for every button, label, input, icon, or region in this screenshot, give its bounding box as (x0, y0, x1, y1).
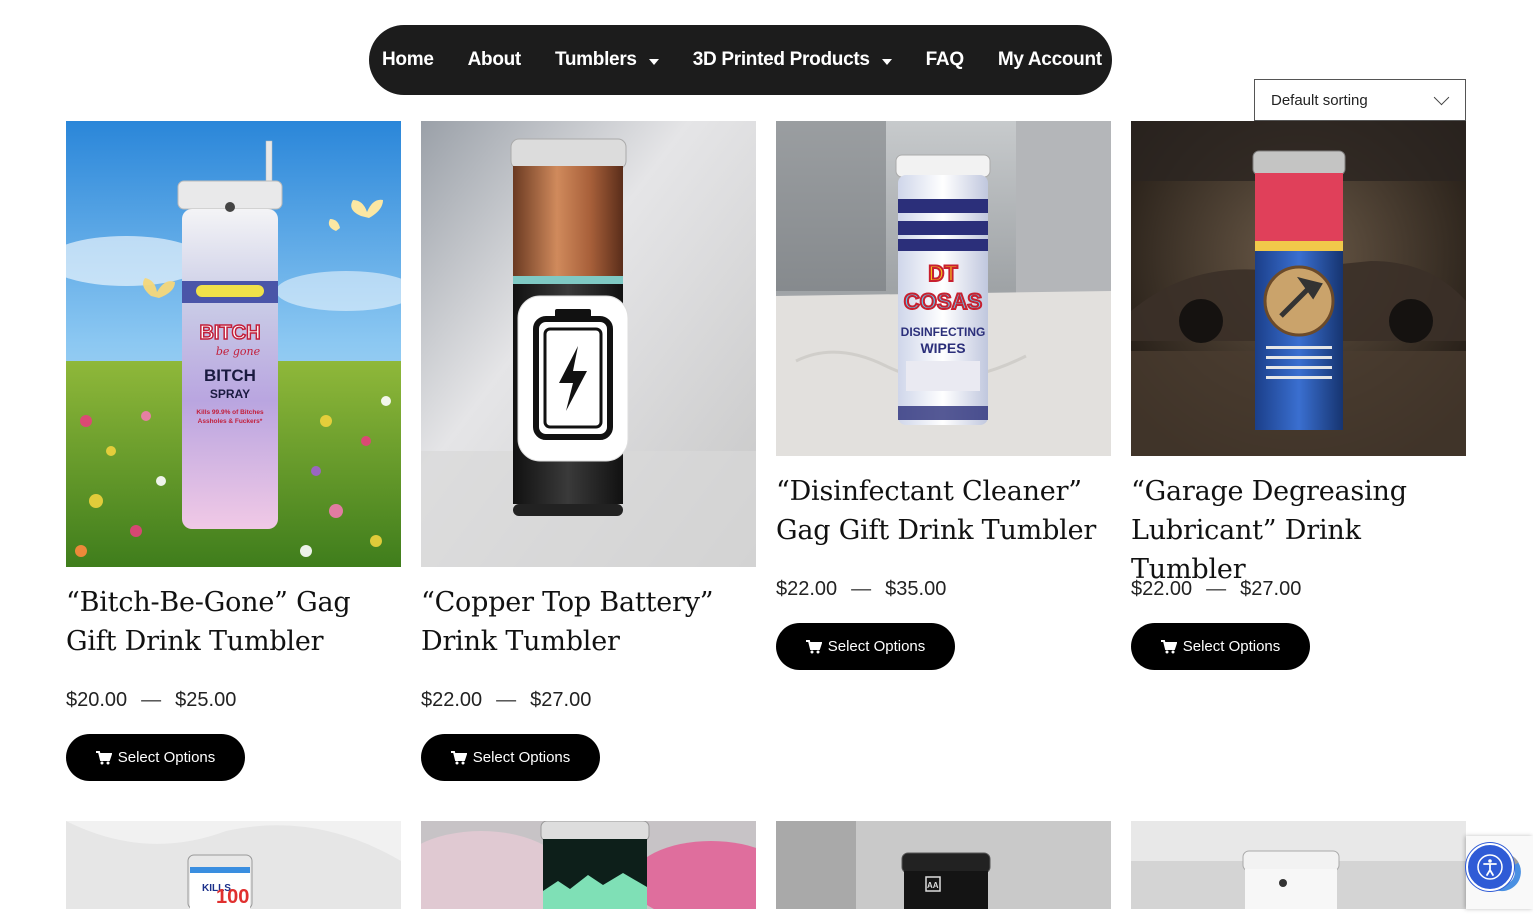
product-price: $22.00— $27.00 (421, 689, 592, 711)
price-max: $27.00 (530, 689, 592, 711)
price-min: $20.00 (66, 689, 128, 711)
nav-label: Tumblers (554, 49, 637, 70)
product-price: $20.00— $25.00 (66, 689, 237, 711)
sort-select[interactable]: Default sorting (1254, 79, 1466, 121)
accessibility-button[interactable] (1466, 843, 1514, 891)
caret-down-icon (648, 58, 659, 65)
image-text: DISINFECTING (901, 325, 986, 339)
image-text: COSAS (904, 289, 982, 314)
nav-label: My Account (997, 49, 1102, 70)
product-image-garage-degreasing[interactable] (1131, 121, 1466, 456)
price-min: $22.00 (1131, 578, 1193, 600)
product-image-row2-1[interactable]: KILLS 100 (66, 821, 401, 909)
nav-item-3d-printed-products[interactable]: 3D Printed Products (693, 49, 892, 71)
nav-label: FAQ (925, 49, 964, 70)
product-title[interactable]: “Disinfectant Cleaner” Gag Gift Drink Tu… (776, 472, 1111, 550)
nav-item-home[interactable]: Home (382, 49, 434, 71)
cart-icon (805, 639, 822, 653)
image-text: Kills 99.9% of Bitches (196, 409, 264, 416)
image-text: SPRAY (210, 387, 250, 401)
product-title[interactable]: “Bitch-Be-Gone” Gag Gift Drink Tumbler (66, 583, 401, 661)
product-image-row2-4[interactable] (1131, 821, 1466, 909)
cart-icon (450, 750, 467, 764)
nav-item-my-account[interactable]: My Account (998, 49, 1102, 71)
product-title[interactable]: “Copper Top Battery” Drink Tumbler (421, 583, 756, 661)
button-label: Select Options (472, 749, 571, 766)
caret-down-icon (881, 58, 892, 65)
product-price: $22.00— $27.00 (1131, 578, 1302, 600)
image-text: Assholes & Fuckers* (198, 418, 263, 425)
product-image-row2-2[interactable] (421, 821, 756, 909)
price-max: $35.00 (885, 578, 947, 600)
image-text: 100 (216, 886, 249, 908)
button-label: Select Options (827, 638, 926, 655)
nav-item-tumblers[interactable]: Tumblers (555, 49, 659, 71)
select-options-button[interactable]: Select Options (1131, 623, 1310, 670)
nav-label: About (467, 49, 522, 70)
nav-label: 3D Printed Products (692, 49, 870, 70)
sort-selected-value: Default sorting (1271, 91, 1368, 109)
button-label: Select Options (117, 749, 216, 766)
button-label: Select Options (1182, 638, 1281, 655)
cart-icon (1160, 639, 1177, 653)
accessibility-icon (1477, 854, 1503, 880)
chevron-down-icon (1433, 89, 1450, 106)
price-min: $22.00 (776, 578, 838, 600)
product-image-disinfectant-cleaner[interactable]: DT COSAS DISINFECTING WIPES (776, 121, 1111, 456)
product-title[interactable]: “Garage Degreasing Lubricant” Drink Tumb… (1131, 472, 1466, 589)
main-nav: Home About Tumblers 3D Printed Products … (369, 25, 1112, 95)
nav-label: Home (382, 49, 434, 70)
cart-icon (95, 750, 112, 764)
price-max: $27.00 (1240, 578, 1302, 600)
product-image-row2-3[interactable]: AA (776, 821, 1111, 909)
product-image-copper-top-battery[interactable] (421, 121, 756, 567)
select-options-button[interactable]: Select Options (776, 623, 955, 670)
image-text: BITCH (204, 366, 256, 385)
select-options-button[interactable]: Select Options (66, 734, 245, 781)
image-text: be gone (216, 345, 261, 358)
product-image-bitch-be-gone[interactable]: BITCH be gone BITCH SPRAY Kills 99.9% of… (66, 121, 401, 567)
select-options-button[interactable]: Select Options (421, 734, 600, 781)
image-text: AA (927, 881, 939, 890)
image-text: WIPES (920, 340, 965, 356)
image-text: BITCH (199, 322, 260, 344)
price-max: $25.00 (175, 689, 237, 711)
nav-item-about[interactable]: About (467, 49, 522, 71)
image-text: DT (928, 261, 958, 286)
price-min: $22.00 (421, 689, 483, 711)
nav-item-faq[interactable]: FAQ (926, 49, 964, 71)
product-price: $22.00— $35.00 (776, 578, 947, 600)
